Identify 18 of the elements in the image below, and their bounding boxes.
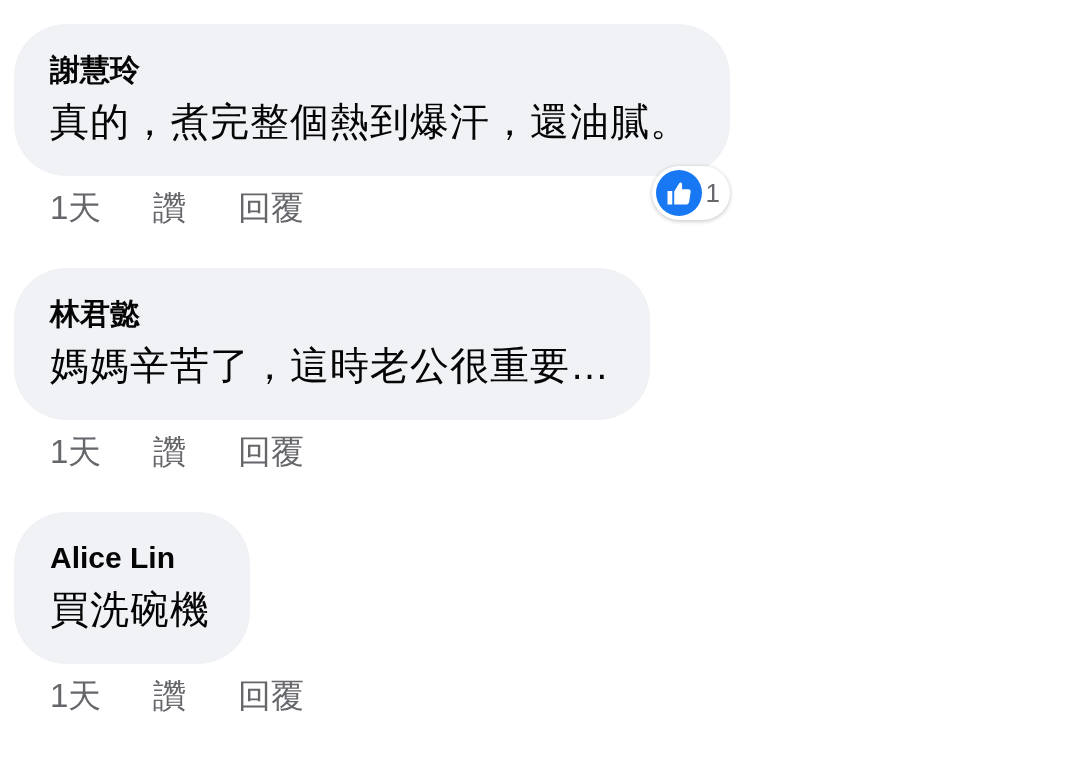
comment-author[interactable]: 林君懿 — [50, 292, 140, 336]
thumbs-up-icon — [655, 170, 702, 216]
comment-time: 1天 — [50, 188, 102, 228]
like-link[interactable]: 讚 — [153, 676, 187, 716]
reply-link[interactable]: 回覆 — [238, 188, 305, 228]
comment-text: 媽媽辛苦了，這時老公很重要… — [50, 343, 610, 389]
comment-time: 1天 — [50, 432, 102, 472]
like-link[interactable]: 讚 — [153, 432, 187, 472]
reply-link[interactable]: 回覆 — [238, 432, 305, 472]
comment-time: 1天 — [50, 676, 102, 716]
comment-text: 真的，煮完整個熱到爆汗，還油膩。 — [50, 99, 690, 145]
comment-author[interactable]: Alice Lin — [50, 536, 176, 580]
like-link[interactable]: 讚 — [153, 188, 187, 228]
reaction-count: 1 — [705, 180, 720, 206]
reaction-badge[interactable]: 1 — [651, 166, 730, 220]
comment-text: 買洗碗機 — [50, 587, 210, 633]
reply-link[interactable]: 回覆 — [238, 676, 305, 716]
comment-author[interactable]: 謝慧玲 — [50, 48, 140, 92]
